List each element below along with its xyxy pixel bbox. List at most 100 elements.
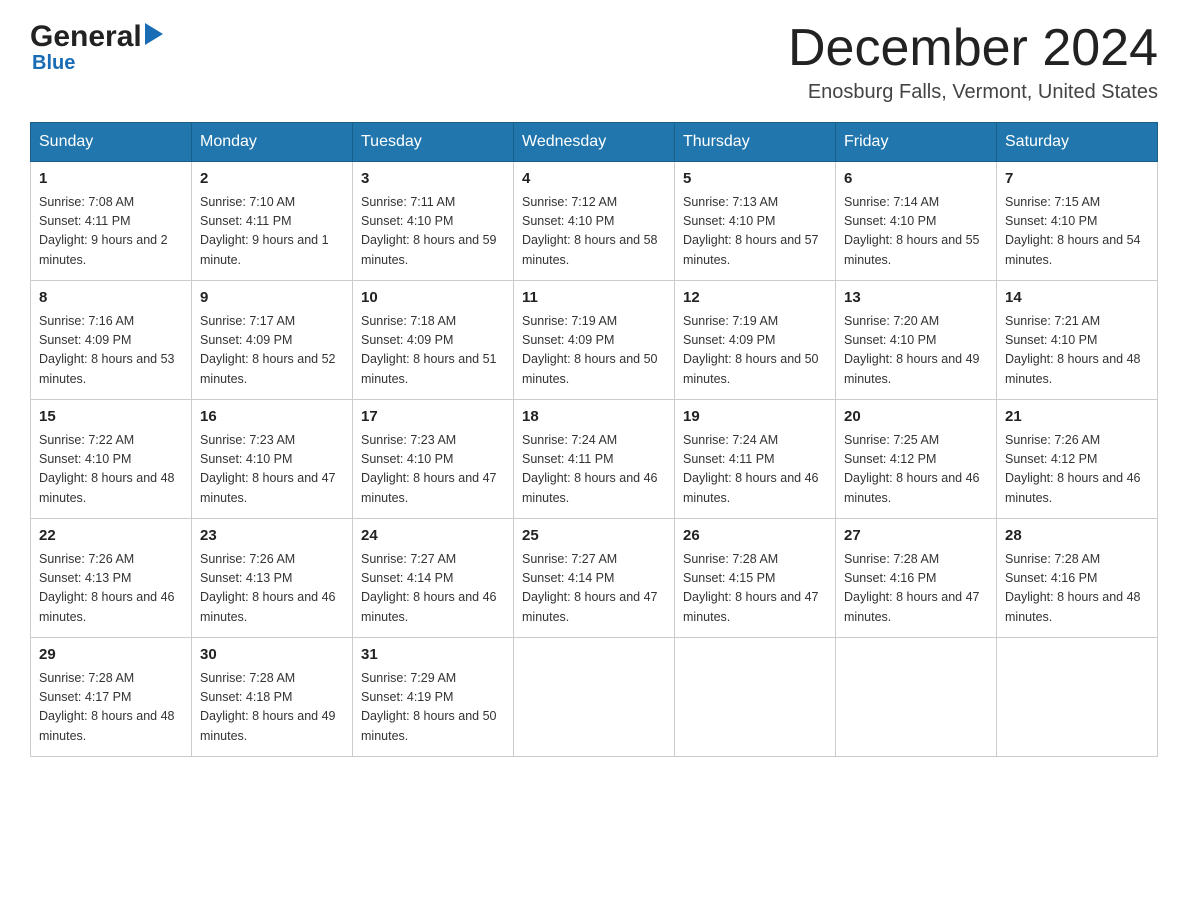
calendar-day-cell xyxy=(675,638,836,757)
calendar-day-cell: 20Sunrise: 7:25 AMSunset: 4:12 PMDayligh… xyxy=(836,400,997,519)
day-info: Sunrise: 7:24 AMSunset: 4:11 PMDaylight:… xyxy=(522,431,666,509)
day-info: Sunrise: 7:19 AMSunset: 4:09 PMDaylight:… xyxy=(522,312,666,390)
day-info: Sunrise: 7:27 AMSunset: 4:14 PMDaylight:… xyxy=(361,550,505,628)
day-number: 26 xyxy=(683,525,827,548)
calendar-day-header: Monday xyxy=(192,123,353,162)
day-info: Sunrise: 7:28 AMSunset: 4:16 PMDaylight:… xyxy=(1005,550,1149,628)
calendar-day-cell: 21Sunrise: 7:26 AMSunset: 4:12 PMDayligh… xyxy=(997,400,1158,519)
day-info: Sunrise: 7:11 AMSunset: 4:10 PMDaylight:… xyxy=(361,193,505,271)
calendar-header-row: SundayMondayTuesdayWednesdayThursdayFrid… xyxy=(31,123,1158,162)
day-info: Sunrise: 7:20 AMSunset: 4:10 PMDaylight:… xyxy=(844,312,988,390)
day-info: Sunrise: 7:28 AMSunset: 4:18 PMDaylight:… xyxy=(200,669,344,747)
month-year-title: December 2024 xyxy=(788,20,1158,77)
day-number: 30 xyxy=(200,644,344,667)
calendar-day-cell: 8Sunrise: 7:16 AMSunset: 4:09 PMDaylight… xyxy=(31,281,192,400)
day-info: Sunrise: 7:26 AMSunset: 4:13 PMDaylight:… xyxy=(200,550,344,628)
calendar-day-cell: 3Sunrise: 7:11 AMSunset: 4:10 PMDaylight… xyxy=(353,162,514,281)
calendar-day-cell: 27Sunrise: 7:28 AMSunset: 4:16 PMDayligh… xyxy=(836,519,997,638)
calendar-week-row: 1Sunrise: 7:08 AMSunset: 4:11 PMDaylight… xyxy=(31,162,1158,281)
calendar-day-cell: 15Sunrise: 7:22 AMSunset: 4:10 PMDayligh… xyxy=(31,400,192,519)
day-info: Sunrise: 7:25 AMSunset: 4:12 PMDaylight:… xyxy=(844,431,988,509)
logo-blue-label: Blue xyxy=(32,52,75,75)
calendar-day-cell: 19Sunrise: 7:24 AMSunset: 4:11 PMDayligh… xyxy=(675,400,836,519)
calendar-day-header: Saturday xyxy=(997,123,1158,162)
calendar-day-cell: 12Sunrise: 7:19 AMSunset: 4:09 PMDayligh… xyxy=(675,281,836,400)
day-number: 29 xyxy=(39,644,183,667)
day-info: Sunrise: 7:08 AMSunset: 4:11 PMDaylight:… xyxy=(39,193,183,271)
calendar-day-header: Tuesday xyxy=(353,123,514,162)
day-number: 12 xyxy=(683,287,827,310)
day-info: Sunrise: 7:12 AMSunset: 4:10 PMDaylight:… xyxy=(522,193,666,271)
day-number: 27 xyxy=(844,525,988,548)
location-subtitle: Enosburg Falls, Vermont, United States xyxy=(788,81,1158,104)
day-number: 18 xyxy=(522,406,666,429)
day-number: 5 xyxy=(683,168,827,191)
day-number: 1 xyxy=(39,168,183,191)
calendar-table: SundayMondayTuesdayWednesdayThursdayFrid… xyxy=(30,122,1158,757)
day-number: 28 xyxy=(1005,525,1149,548)
day-info: Sunrise: 7:28 AMSunset: 4:16 PMDaylight:… xyxy=(844,550,988,628)
day-number: 4 xyxy=(522,168,666,191)
calendar-day-cell: 6Sunrise: 7:14 AMSunset: 4:10 PMDaylight… xyxy=(836,162,997,281)
day-info: Sunrise: 7:10 AMSunset: 4:11 PMDaylight:… xyxy=(200,193,344,271)
calendar-week-row: 15Sunrise: 7:22 AMSunset: 4:10 PMDayligh… xyxy=(31,400,1158,519)
calendar-day-cell: 16Sunrise: 7:23 AMSunset: 4:10 PMDayligh… xyxy=(192,400,353,519)
day-info: Sunrise: 7:28 AMSunset: 4:17 PMDaylight:… xyxy=(39,669,183,747)
calendar-week-row: 29Sunrise: 7:28 AMSunset: 4:17 PMDayligh… xyxy=(31,638,1158,757)
calendar-day-cell: 11Sunrise: 7:19 AMSunset: 4:09 PMDayligh… xyxy=(514,281,675,400)
calendar-day-cell: 10Sunrise: 7:18 AMSunset: 4:09 PMDayligh… xyxy=(353,281,514,400)
day-info: Sunrise: 7:19 AMSunset: 4:09 PMDaylight:… xyxy=(683,312,827,390)
logo-area: General Blue xyxy=(30,20,163,75)
calendar-day-cell: 5Sunrise: 7:13 AMSunset: 4:10 PMDaylight… xyxy=(675,162,836,281)
day-info: Sunrise: 7:18 AMSunset: 4:09 PMDaylight:… xyxy=(361,312,505,390)
calendar-day-cell xyxy=(514,638,675,757)
calendar-day-cell: 25Sunrise: 7:27 AMSunset: 4:14 PMDayligh… xyxy=(514,519,675,638)
day-number: 16 xyxy=(200,406,344,429)
calendar-day-cell: 28Sunrise: 7:28 AMSunset: 4:16 PMDayligh… xyxy=(997,519,1158,638)
day-number: 8 xyxy=(39,287,183,310)
day-info: Sunrise: 7:29 AMSunset: 4:19 PMDaylight:… xyxy=(361,669,505,747)
logo-general: General xyxy=(30,20,142,54)
calendar-day-cell xyxy=(836,638,997,757)
calendar-week-row: 22Sunrise: 7:26 AMSunset: 4:13 PMDayligh… xyxy=(31,519,1158,638)
day-number: 31 xyxy=(361,644,505,667)
calendar-day-cell: 9Sunrise: 7:17 AMSunset: 4:09 PMDaylight… xyxy=(192,281,353,400)
day-number: 25 xyxy=(522,525,666,548)
calendar-day-cell: 13Sunrise: 7:20 AMSunset: 4:10 PMDayligh… xyxy=(836,281,997,400)
day-number: 10 xyxy=(361,287,505,310)
calendar-day-cell xyxy=(997,638,1158,757)
calendar-day-cell: 17Sunrise: 7:23 AMSunset: 4:10 PMDayligh… xyxy=(353,400,514,519)
calendar-day-header: Wednesday xyxy=(514,123,675,162)
calendar-day-cell: 4Sunrise: 7:12 AMSunset: 4:10 PMDaylight… xyxy=(514,162,675,281)
logo-text: General xyxy=(30,20,163,54)
day-info: Sunrise: 7:16 AMSunset: 4:09 PMDaylight:… xyxy=(39,312,183,390)
day-info: Sunrise: 7:22 AMSunset: 4:10 PMDaylight:… xyxy=(39,431,183,509)
day-number: 21 xyxy=(1005,406,1149,429)
calendar-day-cell: 26Sunrise: 7:28 AMSunset: 4:15 PMDayligh… xyxy=(675,519,836,638)
day-info: Sunrise: 7:21 AMSunset: 4:10 PMDaylight:… xyxy=(1005,312,1149,390)
day-number: 11 xyxy=(522,287,666,310)
day-number: 23 xyxy=(200,525,344,548)
day-number: 24 xyxy=(361,525,505,548)
day-info: Sunrise: 7:26 AMSunset: 4:13 PMDaylight:… xyxy=(39,550,183,628)
day-number: 9 xyxy=(200,287,344,310)
day-number: 17 xyxy=(361,406,505,429)
day-number: 13 xyxy=(844,287,988,310)
calendar-week-row: 8Sunrise: 7:16 AMSunset: 4:09 PMDaylight… xyxy=(31,281,1158,400)
calendar-day-header: Friday xyxy=(836,123,997,162)
day-info: Sunrise: 7:15 AMSunset: 4:10 PMDaylight:… xyxy=(1005,193,1149,271)
page-header: General Blue December 2024 Enosburg Fall… xyxy=(30,20,1158,104)
calendar-day-cell: 23Sunrise: 7:26 AMSunset: 4:13 PMDayligh… xyxy=(192,519,353,638)
calendar-day-cell: 1Sunrise: 7:08 AMSunset: 4:11 PMDaylight… xyxy=(31,162,192,281)
day-number: 6 xyxy=(844,168,988,191)
day-info: Sunrise: 7:13 AMSunset: 4:10 PMDaylight:… xyxy=(683,193,827,271)
day-info: Sunrise: 7:23 AMSunset: 4:10 PMDaylight:… xyxy=(361,431,505,509)
calendar-day-cell: 24Sunrise: 7:27 AMSunset: 4:14 PMDayligh… xyxy=(353,519,514,638)
day-info: Sunrise: 7:24 AMSunset: 4:11 PMDaylight:… xyxy=(683,431,827,509)
calendar-day-cell: 2Sunrise: 7:10 AMSunset: 4:11 PMDaylight… xyxy=(192,162,353,281)
day-info: Sunrise: 7:14 AMSunset: 4:10 PMDaylight:… xyxy=(844,193,988,271)
day-number: 20 xyxy=(844,406,988,429)
logo-triangle-icon xyxy=(145,20,163,52)
day-number: 15 xyxy=(39,406,183,429)
calendar-day-cell: 18Sunrise: 7:24 AMSunset: 4:11 PMDayligh… xyxy=(514,400,675,519)
